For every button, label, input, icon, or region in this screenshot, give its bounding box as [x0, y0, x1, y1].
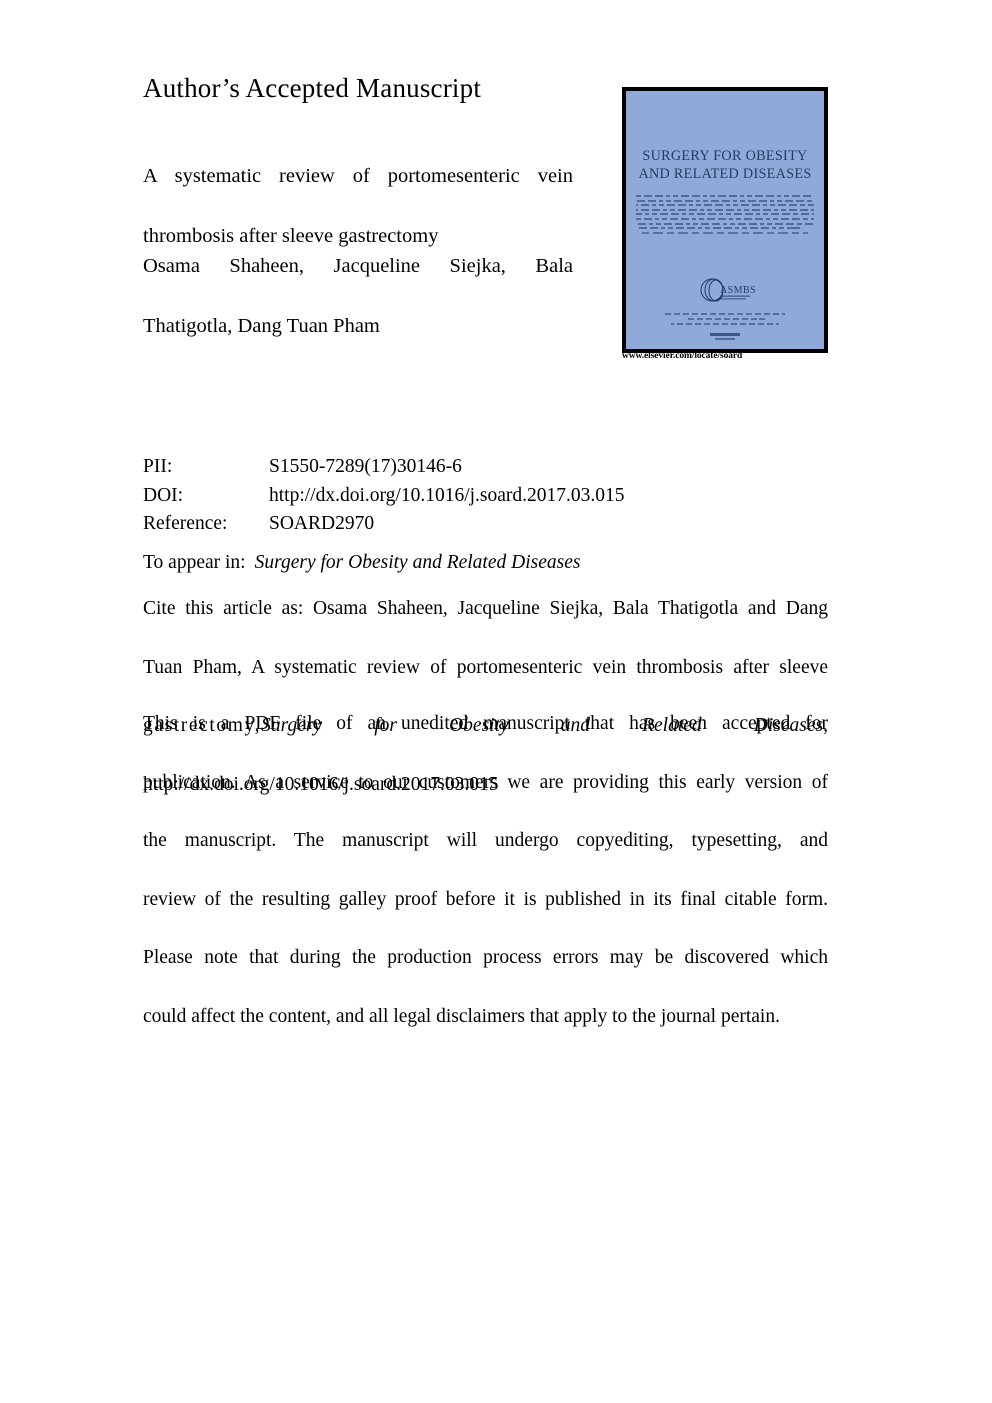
scope-text-line: [636, 222, 814, 225]
society-address-line: [665, 313, 785, 315]
doi-value[interactable]: http://dx.doi.org/10.1016/j.soard.2017.0…: [269, 482, 625, 511]
metadata-row-doi: DOI: http://dx.doi.org/10.1016/j.soard.2…: [143, 482, 625, 511]
journal-cover-issn: [626, 333, 824, 342]
manuscript-cover-page: Author’s Accepted Manuscript A systemati…: [0, 0, 992, 1403]
asmbs-logo: ASMBS: [626, 277, 824, 312]
article-title: A systematic review of portomesenteric v…: [143, 161, 573, 251]
metadata-row-pii: PII: S1550-7289(17)30146-6: [143, 453, 625, 482]
pii-value: S1550-7289(17)30146-6: [269, 456, 462, 477]
disclaimer-line-5: Please note that during the production p…: [143, 947, 828, 968]
reference-label: Reference:: [143, 513, 228, 535]
journal-cover-image: SURGERY FOR OBESITY AND RELATED DISEASES: [622, 87, 828, 353]
to-appear-in: To appear in: Surgery for Obesity and Rel…: [143, 549, 580, 578]
disclaimer-paragraph: This is a PDF file of an unedited manusc…: [143, 709, 828, 1031]
journal-cover-title: SURGERY FOR OBESITY AND RELATED DISEASES: [632, 148, 818, 184]
accepted-manuscript-heading: Author’s Accepted Manuscript: [143, 73, 482, 103]
journal-cover-title-line-1: SURGERY FOR OBESITY: [642, 148, 808, 164]
society-address-line: [685, 318, 765, 320]
issn-sub-line: [715, 338, 735, 340]
asmbs-logo-mark-icon: ASMBS: [690, 277, 760, 307]
author-list: Osama Shaheen, Jacqueline Siejka, Bala T…: [143, 251, 573, 341]
article-title-line-1: A systematic review of portomesenteric v…: [143, 165, 573, 187]
journal-cover-frame: SURGERY FOR OBESITY AND RELATED DISEASES: [622, 87, 828, 353]
journal-cover-society-address: [654, 313, 796, 328]
scope-text-line: [636, 227, 800, 230]
metadata-row-reference: Reference: SOARD2970: [143, 510, 625, 539]
to-appear-in-label: To appear in:: [143, 552, 246, 573]
disclaimer-line-4: review of the resulting galley proof bef…: [143, 888, 828, 910]
citation-line-2: Tuan Pham, A systematic review of portom…: [143, 656, 828, 678]
pii-label: PII:: [143, 456, 173, 477]
author-line-2: Thatigotla, Dang Tuan Pham: [143, 315, 380, 338]
scope-text-line: [636, 213, 814, 216]
journal-cover-editor-line: [642, 232, 808, 234]
society-address-line: [671, 323, 779, 325]
publication-metadata: PII: S1550-7289(17)30146-6 DOI: http://d…: [143, 453, 625, 539]
reference-value: SOARD2970: [269, 513, 375, 535]
scope-text-line: [636, 208, 814, 211]
article-title-line-2: thrombosis after sleeve gastrectomy: [143, 225, 439, 248]
disclaimer-line-3: the manuscript. The manuscript will unde…: [143, 830, 828, 851]
to-appear-in-journal: Surgery for Obesity and Related Diseases: [254, 552, 581, 573]
scope-text-line: [636, 217, 814, 220]
scope-text-line: [636, 199, 814, 202]
disclaimer-line-6: could affect the content, and all legal …: [143, 1005, 780, 1027]
journal-cover-title-line-2: AND RELATED DISEASES: [638, 165, 812, 182]
svg-text:ASMBS: ASMBS: [720, 285, 756, 296]
author-line-1: Osama Shaheen, Jacqueline Siejka, Bala: [143, 255, 573, 277]
elsevier-locate-url[interactable]: www.elsevier.com/locate/soard: [622, 351, 742, 361]
journal-cover-content: SURGERY FOR OBESITY AND RELATED DISEASES: [626, 91, 824, 349]
disclaimer-line-2: publication. As a service to our custome…: [143, 771, 828, 793]
scope-text-line: [636, 195, 814, 197]
doi-label: DOI:: [143, 484, 184, 506]
issn-line: [710, 333, 740, 336]
scope-text-line: [636, 204, 814, 207]
journal-cover-scope-text: [636, 195, 814, 232]
citation-line-1: Cite this article as: Osama Shaheen, Jac…: [143, 598, 828, 619]
disclaimer-line-1: This is a PDF file of an unedited manusc…: [143, 713, 828, 734]
